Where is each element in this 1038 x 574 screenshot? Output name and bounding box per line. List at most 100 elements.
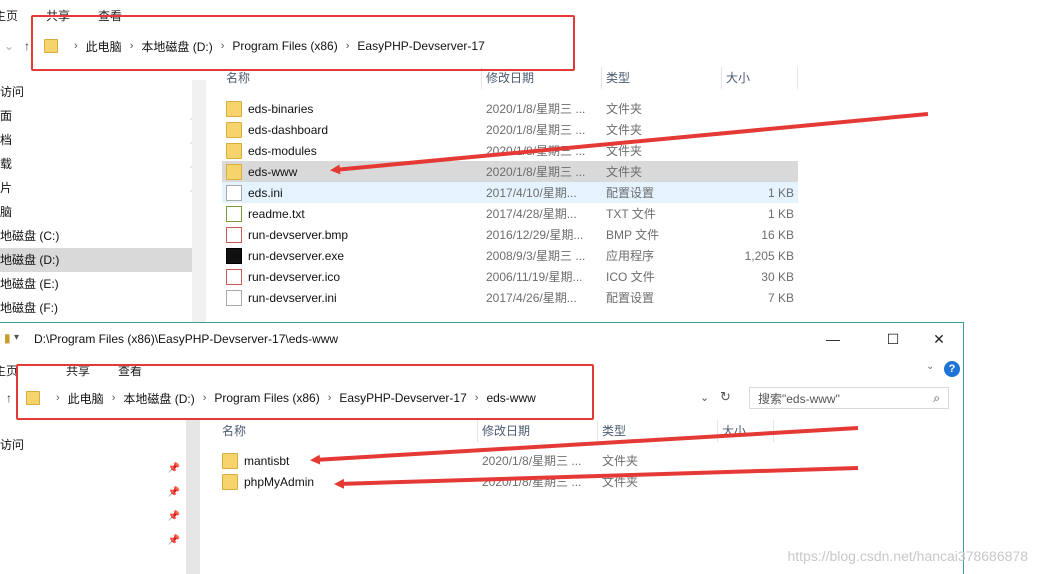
folder-icon bbox=[226, 121, 242, 138]
sidebar-item-quick-access[interactable]: 访问 bbox=[0, 433, 206, 457]
file-size: 16 KB bbox=[761, 227, 794, 242]
ini-file-icon bbox=[226, 289, 242, 306]
sidebar-item-downloads[interactable]: 载📌 bbox=[0, 152, 206, 176]
file-name: mantisbt bbox=[244, 453, 290, 468]
file-date: 2017/4/28/星期... bbox=[486, 207, 577, 221]
file-name: eds-www bbox=[248, 164, 298, 179]
sidebar-item-drive-d[interactable]: 地磁盘 (D:) bbox=[0, 248, 206, 272]
file-type: 文件夹 bbox=[606, 165, 643, 179]
title-bar: ▮ ▾ D:\Program Files (x86)\EasyPHP-Devse… bbox=[0, 323, 963, 355]
file-size: 7 KB bbox=[767, 290, 794, 305]
file-date: 2020/1/8/星期三 ... bbox=[486, 123, 586, 137]
chevron-down-icon[interactable]: ⌄ bbox=[926, 361, 934, 372]
file-date: 2020/1/8/星期三 ... bbox=[482, 475, 582, 489]
ini-file-icon bbox=[226, 184, 242, 201]
pin-icon: 📌 bbox=[167, 511, 180, 522]
folder-icon bbox=[226, 100, 242, 117]
file-type: 应用程序 bbox=[606, 249, 655, 263]
sidebar-item-pinned[interactable]: 📌 bbox=[0, 481, 206, 505]
sidebar-item-drive-e[interactable]: 地磁盘 (E:) bbox=[0, 272, 206, 296]
search-input[interactable]: 搜索"eds-www" ⌕ bbox=[749, 387, 949, 409]
address-dropdown-icon[interactable]: ⌄ bbox=[700, 391, 709, 404]
file-row[interactable]: run-devserver.ini 2017/4/26/星期... 配置设置 7 KB bbox=[222, 287, 798, 308]
file-date: 2020/1/8/星期三 ... bbox=[486, 102, 586, 116]
file-type: 文件夹 bbox=[602, 475, 639, 489]
file-date: 2017/4/10/星期... bbox=[486, 186, 577, 200]
file-size: 1,205 KB bbox=[744, 248, 794, 263]
sidebar-item-drive-c[interactable]: 地磁盘 (C:) bbox=[0, 224, 206, 248]
sidebar-scrollbar[interactable] bbox=[186, 419, 200, 574]
column-type[interactable]: 类型 bbox=[602, 67, 722, 89]
refresh-icon[interactable]: ↻ bbox=[720, 389, 731, 405]
pin-icon: 📌 bbox=[167, 535, 180, 546]
file-type: 文件夹 bbox=[606, 102, 643, 116]
maximize-button[interactable]: ☐ bbox=[870, 327, 916, 351]
file-row[interactable]: mantisbt 2020/1/8/星期三 ... 文件夹 bbox=[218, 450, 718, 471]
explorer-window-bottom: ▮ ▾ D:\Program Files (x86)\EasyPHP-Devse… bbox=[0, 322, 964, 574]
quick-access-dropdown-icon[interactable]: ▾ bbox=[14, 332, 19, 343]
file-size: 1 KB bbox=[767, 206, 794, 221]
file-row[interactable]: eds-modules 2020/1/8/星期三 ... 文件夹 bbox=[222, 140, 798, 161]
file-name: run-devserver.exe bbox=[248, 248, 345, 263]
sidebar-item-this-pc[interactable]: 脑 bbox=[0, 200, 206, 224]
sidebar-item-drive-f[interactable]: 地磁盘 (F:) bbox=[0, 296, 206, 320]
column-date[interactable]: 修改日期 bbox=[478, 420, 598, 442]
file-row[interactable]: eds-binaries 2020/1/8/星期三 ... 文件夹 bbox=[222, 98, 798, 119]
help-icon[interactable]: ? bbox=[944, 361, 960, 377]
pin-icon: 📌 bbox=[167, 487, 180, 498]
column-size[interactable]: 大小 bbox=[722, 67, 798, 89]
pin-icon: 📌 bbox=[167, 463, 180, 474]
column-type[interactable]: 类型 bbox=[598, 420, 718, 442]
file-row[interactable]: readme.txt 2017/4/28/星期... TXT 文件 1 KB bbox=[222, 203, 798, 224]
search-icon[interactable]: ⌕ bbox=[933, 391, 940, 406]
sidebar-item-documents[interactable]: 档📌 bbox=[0, 128, 206, 152]
file-row[interactable]: eds.ini 2017/4/10/星期... 配置设置 1 KB bbox=[222, 182, 798, 203]
minimize-button[interactable]: — bbox=[810, 327, 856, 351]
sidebar-item-pinned[interactable]: 📌 bbox=[0, 457, 206, 481]
ico-file-icon bbox=[226, 268, 242, 285]
file-date: 2006/11/19/星期... bbox=[486, 270, 583, 284]
txt-file-icon bbox=[226, 205, 242, 222]
file-size: 30 KB bbox=[761, 269, 794, 284]
column-size[interactable]: 大小 bbox=[718, 420, 774, 442]
recent-locations-button[interactable]: ⌄ bbox=[0, 39, 18, 53]
folder-icon bbox=[222, 452, 238, 469]
file-date: 2020/1/8/星期三 ... bbox=[486, 165, 586, 179]
window-title: D:\Program Files (x86)\EasyPHP-Devserver… bbox=[34, 332, 339, 346]
file-type: 配置设置 bbox=[606, 291, 655, 305]
navigation-pane: 访问 面📌 档📌 载📌 片📌 脑 地磁盘 (C:) 地磁盘 (D:) 地磁盘 (… bbox=[0, 80, 206, 322]
search-placeholder: 搜索"eds-www" bbox=[758, 391, 840, 406]
tab-home[interactable]: 主页 bbox=[0, 7, 18, 24]
file-row[interactable]: run-devserver.bmp 2016/12/29/星期... BMP 文件 1… bbox=[222, 224, 798, 245]
sidebar-scrollbar[interactable] bbox=[192, 80, 206, 322]
file-type: 文件夹 bbox=[602, 454, 639, 468]
close-button[interactable]: ✕ bbox=[916, 327, 962, 351]
file-name: run-devserver.bmp bbox=[248, 227, 349, 242]
folder-icon: ▮ bbox=[4, 331, 11, 345]
file-row[interactable]: eds-dashboard 2020/1/8/星期三 ... 文件夹 bbox=[222, 119, 798, 140]
folder-icon bbox=[226, 142, 242, 159]
file-row[interactable]: eds-www 2020/1/8/星期三 ... 文件夹 bbox=[222, 161, 798, 182]
file-row[interactable]: phpMyAdmin 2020/1/8/星期三 ... 文件夹 bbox=[218, 471, 718, 492]
sidebar-item-pictures[interactable]: 片📌 bbox=[0, 176, 206, 200]
file-type: 配置设置 bbox=[606, 186, 655, 200]
file-type: BMP 文件 bbox=[606, 228, 660, 242]
file-date: 2016/12/29/星期... bbox=[486, 228, 584, 242]
sidebar-item-pinned[interactable]: 📌 bbox=[0, 505, 206, 529]
sidebar-item-quick-access[interactable]: 访问 bbox=[0, 80, 206, 104]
bmp-file-icon bbox=[226, 226, 242, 243]
column-name[interactable]: 名称 bbox=[218, 420, 478, 442]
navigation-pane: 访问 📌 📌 📌 📌 bbox=[0, 433, 206, 574]
file-name: eds.ini bbox=[248, 185, 283, 200]
sidebar-item-pinned[interactable]: 📌 bbox=[0, 529, 206, 553]
file-type: 文件夹 bbox=[606, 123, 643, 137]
column-headers: 名称 修改日期 类型 大小 bbox=[218, 420, 778, 442]
file-date: 2020/1/8/星期三 ... bbox=[486, 144, 586, 158]
file-name: eds-modules bbox=[248, 143, 317, 158]
file-row[interactable]: run-devserver.exe 2008/9/3/星期三 ... 应用程序 1,2… bbox=[222, 245, 798, 266]
annotation-box bbox=[31, 15, 575, 71]
sidebar-item-desktop[interactable]: 面📌 bbox=[0, 104, 206, 128]
file-type: ICO 文件 bbox=[606, 270, 655, 284]
file-name: phpMyAdmin bbox=[244, 474, 315, 489]
file-row[interactable]: run-devserver.ico 2006/11/19/星期... ICO 文件 3… bbox=[222, 266, 798, 287]
